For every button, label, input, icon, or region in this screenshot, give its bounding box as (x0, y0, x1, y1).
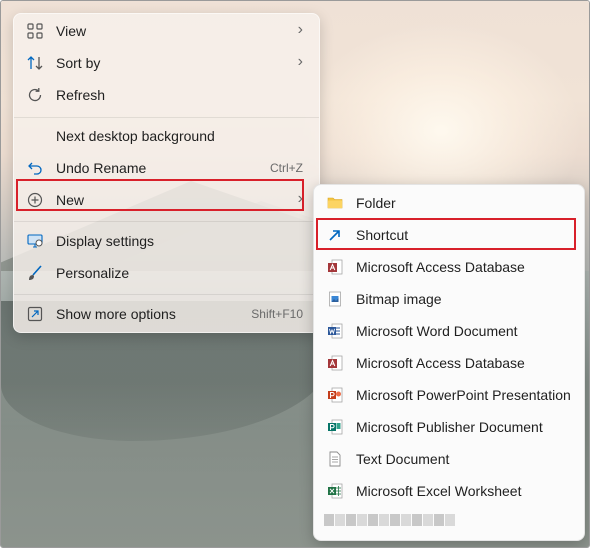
menu-item-view[interactable]: View › (14, 15, 319, 47)
submenu-item-access-database-2[interactable]: Microsoft Access Database (314, 347, 584, 379)
chevron-right-icon: › (297, 21, 303, 38)
submenu-item-excel-worksheet[interactable]: Microsoft Excel Worksheet (314, 475, 584, 507)
menu-item-refresh[interactable]: Refresh (14, 79, 319, 111)
submenu-item-text-document[interactable]: Text Document (314, 443, 584, 475)
more-options-icon (27, 306, 43, 322)
menu-item-show-more-options[interactable]: Show more options Shift+F10 (14, 298, 319, 330)
menu-item-label: Show more options (56, 306, 176, 322)
chevron-right-icon: › (297, 53, 303, 70)
submenu-item-publisher-document[interactable]: Microsoft Publisher Document (314, 411, 584, 443)
menu-separator (14, 221, 319, 222)
submenu-item-label: Text Document (356, 451, 450, 467)
submenu-item-powerpoint-presentation[interactable]: Microsoft PowerPoint Presentation (314, 379, 584, 411)
access-icon (328, 355, 343, 371)
excel-icon (328, 483, 343, 499)
submenu-item-label: Bitmap image (356, 291, 442, 307)
submenu-item-label: Folder (356, 195, 396, 211)
menu-item-next-desktop-background[interactable]: Next desktop background (14, 120, 319, 152)
undo-icon (28, 162, 42, 175)
menu-item-sort-by[interactable]: Sort by › (14, 47, 319, 79)
menu-item-label: Next desktop background (56, 128, 215, 144)
desktop-context-menu: View › Sort by › Refresh Next desktop ba… (13, 13, 320, 333)
bitmap-icon (329, 291, 341, 307)
menu-item-label: Display settings (56, 233, 155, 249)
menu-item-label: Refresh (56, 87, 106, 103)
menu-separator (14, 294, 319, 295)
submenu-item-label: Microsoft PowerPoint Presentation (356, 387, 571, 403)
menu-item-display-settings[interactable]: Display settings (14, 225, 319, 257)
sort-icon (27, 56, 43, 70)
powerpoint-icon (328, 387, 343, 403)
submenu-item-label: Microsoft Word Document (356, 323, 518, 339)
menu-item-label: Personalize (56, 265, 130, 281)
shortcut-item-highlight-box (316, 218, 576, 250)
menu-item-label: Sort by (56, 55, 101, 71)
blurred-submenu-item[interactable] (324, 513, 456, 529)
submenu-item-label: Microsoft Publisher Document (356, 419, 543, 435)
new-item-highlight-box (16, 179, 304, 211)
word-icon (328, 323, 343, 339)
access-icon (328, 259, 343, 275)
refresh-icon (28, 88, 42, 102)
submenu-item-bitmap-image[interactable]: Bitmap image (314, 283, 584, 315)
shortcut-hint: Ctrl+Z (270, 161, 303, 175)
publisher-icon (328, 419, 343, 435)
menu-separator (14, 117, 319, 118)
folder-icon (327, 197, 343, 209)
menu-item-label: View (56, 23, 87, 39)
menu-item-personalize[interactable]: Personalize (14, 257, 319, 289)
menu-item-label: Undo Rename (56, 160, 147, 176)
view-grid-icon (27, 23, 43, 39)
shortcut-hint: Shift+F10 (251, 307, 303, 321)
brush-icon (29, 265, 42, 280)
submenu-item-folder[interactable]: Folder (314, 187, 584, 219)
submenu-item-label: Microsoft Access Database (356, 355, 525, 371)
display-icon (27, 234, 43, 248)
submenu-item-label: Microsoft Excel Worksheet (356, 483, 522, 499)
submenu-item-word-document[interactable]: Microsoft Word Document (314, 315, 584, 347)
screenshot-frame: View › Sort by › Refresh Next desktop ba… (0, 0, 590, 548)
submenu-item-access-database[interactable]: Microsoft Access Database (314, 251, 584, 283)
text-document-icon (329, 451, 341, 467)
submenu-item-label: Microsoft Access Database (356, 259, 525, 275)
